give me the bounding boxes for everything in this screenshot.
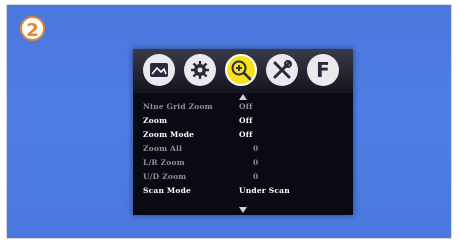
menu-row-label: U/D Zoom [143, 172, 187, 181]
menu-row-nine-grid-zoom[interactable]: Nine Grid Zoom Off [143, 102, 343, 114]
menu-row-label: Zoom [143, 116, 168, 125]
tab-zoom[interactable] [225, 54, 257, 86]
menu-row-label: Nine Grid Zoom [143, 102, 213, 111]
zoom-in-icon [231, 60, 252, 81]
menu-row-lr-zoom[interactable]: L/R Zoom 0 [143, 158, 343, 170]
function-icon: F [316, 58, 330, 82]
tools-icon [273, 60, 292, 79]
scroll-up-icon[interactable] [239, 94, 247, 100]
menu-row-label: Scan Mode [143, 186, 192, 195]
menu-row-label: L/R Zoom [143, 158, 185, 167]
tab-tools[interactable] [266, 54, 298, 86]
menu-row-value: Off [239, 102, 253, 111]
tab-settings[interactable] [184, 54, 216, 86]
tab-function[interactable]: F [307, 54, 339, 86]
screen-photo: 2 F Nine Grid Zoom Off Zoom Off Zoom Mod… [6, 4, 452, 239]
menu-row-value: 0 [253, 158, 259, 167]
osd-tab-bar: F [133, 49, 353, 93]
menu-row-zoom-mode[interactable]: Zoom Mode Off [143, 130, 343, 142]
menu-row-value: 0 [253, 172, 259, 181]
settings-icon [191, 61, 209, 79]
osd-menu: F Nine Grid Zoom Off Zoom Off Zoom Mode … [133, 49, 353, 215]
scroll-down-icon[interactable] [239, 207, 247, 213]
tab-picture[interactable] [143, 54, 175, 86]
menu-row-value: 0 [253, 144, 259, 153]
step-number-badge: 2 [20, 16, 45, 41]
menu-row-value: Off [239, 130, 253, 139]
menu-row-zoom[interactable]: Zoom Off [143, 116, 343, 128]
menu-row-ud-zoom[interactable]: U/D Zoom 0 [143, 172, 343, 184]
menu-row-zoom-all[interactable]: Zoom All 0 [143, 144, 343, 156]
menu-row-value: Off [239, 116, 253, 125]
menu-row-label: Zoom Mode [143, 130, 195, 139]
picture-icon [150, 63, 168, 77]
menu-row-label: Zoom All [143, 144, 183, 153]
menu-row-value: Under Scan [239, 186, 290, 195]
menu-row-scan-mode[interactable]: Scan Mode Under Scan [143, 186, 343, 198]
